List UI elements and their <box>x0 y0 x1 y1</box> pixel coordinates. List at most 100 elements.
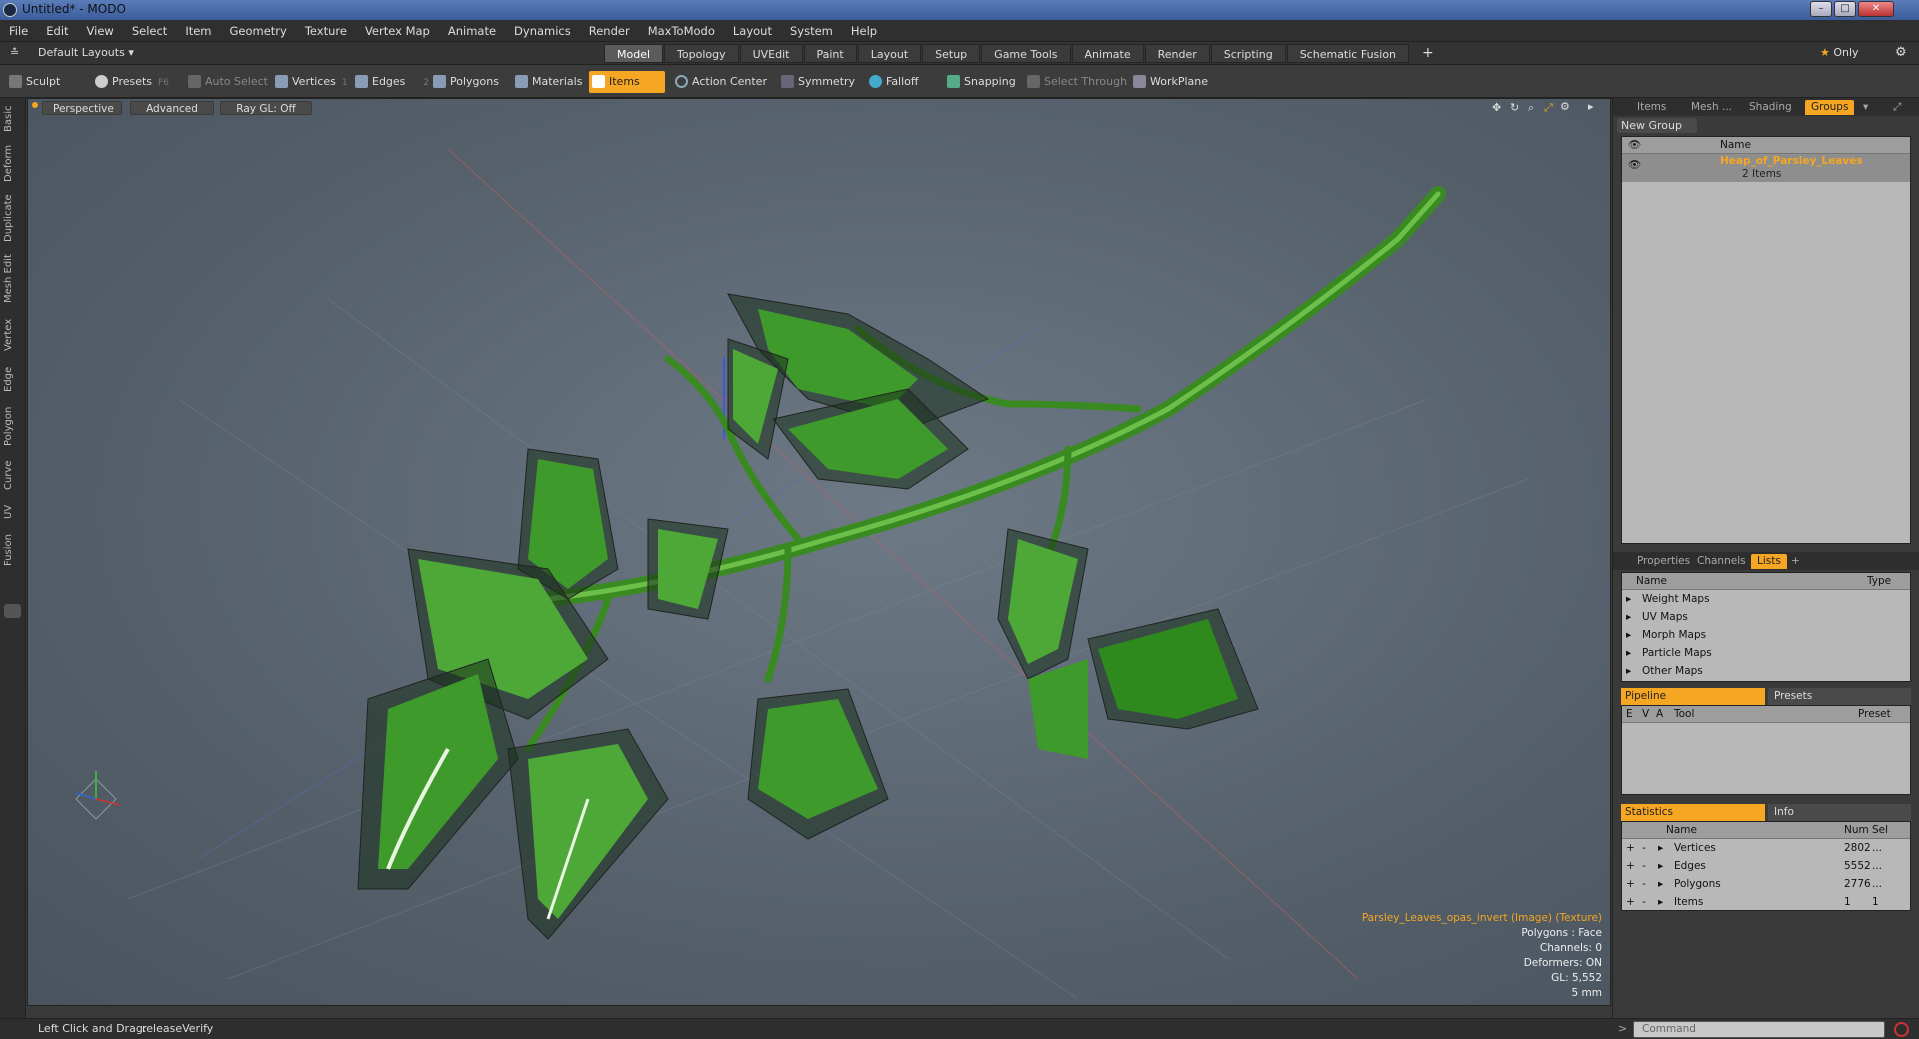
vtab-edge[interactable]: Edge <box>3 364 23 394</box>
remove-selection-icon[interactable]: - <box>1642 875 1646 893</box>
group-row[interactable]: 👁 Heap_of_Parsley_Leaves 2 Items <box>1622 154 1910 182</box>
list-item-uv-maps[interactable]: ▸ UV Maps <box>1622 608 1910 626</box>
menu-texture[interactable]: Texture <box>296 20 356 42</box>
add-selection-icon[interactable]: + <box>1626 857 1635 875</box>
default-layouts-dropdown[interactable]: Default Layouts ▾ <box>38 46 134 59</box>
vertices-button[interactable]: Vertices 1 <box>272 71 348 93</box>
remove-selection-icon[interactable]: - <box>1642 857 1646 875</box>
add-selection-icon[interactable]: + <box>1626 893 1635 911</box>
tab-layout[interactable]: Layout <box>857 44 922 63</box>
vtab-uv[interactable]: UV <box>3 502 23 522</box>
menu-vertex-map[interactable]: Vertex Map <box>356 20 439 42</box>
vtab-basic[interactable]: Basic <box>3 104 23 134</box>
tab-items[interactable]: Items <box>1637 100 1666 115</box>
tab-model[interactable]: Model <box>604 44 664 63</box>
expand-arrow-icon[interactable]: ▸ <box>1626 662 1631 680</box>
tab-topology[interactable]: Topology <box>664 44 739 63</box>
expand-arrow-icon[interactable]: ▸ <box>1626 590 1631 608</box>
expand-arrow-icon[interactable]: ▸ <box>1626 608 1631 626</box>
edges-button[interactable]: Edges 2 <box>352 71 429 93</box>
chevron-down-icon[interactable]: ▾ <box>1863 100 1868 115</box>
vtab-vertex[interactable]: Vertex <box>3 316 23 354</box>
gear-icon[interactable]: ⚙ <box>1895 45 1907 60</box>
sculpt-button[interactable]: Sculpt <box>6 71 60 93</box>
tab-presets[interactable]: Presets <box>1768 688 1911 705</box>
menu-view[interactable]: View <box>78 20 123 42</box>
items-button[interactable]: Items <box>589 71 665 93</box>
tab-uvedit[interactable]: UVEdit <box>739 44 803 63</box>
menu-item[interactable]: Item <box>176 20 220 42</box>
menu-file[interactable]: File <box>0 20 37 42</box>
tab-info[interactable]: Info <box>1768 804 1911 821</box>
collapse-tabs-button[interactable] <box>4 604 21 618</box>
tab-shading[interactable]: Shading <box>1749 100 1792 115</box>
menu-help[interactable]: Help <box>842 20 886 42</box>
tab-statistics[interactable]: Statistics <box>1621 804 1765 821</box>
maximize-button[interactable]: □ <box>1834 1 1856 17</box>
expand-arrow-icon[interactable]: ▸ <box>1658 875 1663 893</box>
tab-render[interactable]: Render <box>1144 44 1210 63</box>
table-row[interactable]: + - ▸ Edges 5552... <box>1622 857 1910 875</box>
vtab-deform[interactable]: Deform <box>3 144 23 182</box>
menu-render[interactable]: Render <box>580 20 639 42</box>
table-row[interactable]: + - ▸ Vertices 2802... <box>1622 839 1910 857</box>
new-group-button[interactable]: New Group <box>1617 118 1697 133</box>
tab-animate[interactable]: Animate <box>1071 44 1144 63</box>
remove-selection-icon[interactable]: - <box>1642 893 1646 911</box>
expand-arrow-icon[interactable]: ▸ <box>1626 626 1631 644</box>
add-selection-icon[interactable]: + <box>1626 839 1635 857</box>
menu-edit[interactable]: Edit <box>37 20 77 42</box>
tab-channels[interactable]: Channels <box>1697 554 1746 569</box>
list-item-weight-maps[interactable]: ▸ Weight Maps <box>1622 590 1910 608</box>
snapping-button[interactable]: Snapping <box>944 71 1016 93</box>
layout-menu-icon[interactable]: ≛ <box>10 46 19 59</box>
vtab-fusion[interactable]: Fusion <box>3 532 23 568</box>
select-through-button[interactable]: Select Through <box>1024 71 1127 93</box>
expand-arrow-icon[interactable]: ▸ <box>1658 857 1663 875</box>
tab-schematic-fusion[interactable]: Schematic Fusion <box>1286 44 1410 63</box>
tab-paint[interactable]: Paint <box>803 44 857 63</box>
list-item-particle-maps[interactable]: ▸ Particle Maps <box>1622 644 1910 662</box>
command-input[interactable]: Command <box>1633 1021 1885 1038</box>
table-row[interactable]: + - ▸ Items 1 1 <box>1622 893 1910 911</box>
remove-selection-icon[interactable]: - <box>1642 839 1646 857</box>
expand-arrow-icon[interactable]: ▸ <box>1658 893 1663 911</box>
menu-dynamics[interactable]: Dynamics <box>505 20 580 42</box>
3d-viewport[interactable]: Perspective Advanced Ray GL: Off ✥ ↻ ⌕ ⤢… <box>27 98 1611 1006</box>
presets-button[interactable]: Presets F6 <box>92 71 169 93</box>
menu-animate[interactable]: Animate <box>439 20 505 42</box>
tab-scripting[interactable]: Scripting <box>1210 44 1286 63</box>
vtab-mesh-edit[interactable]: Mesh Edit <box>3 254 23 304</box>
materials-button[interactable]: Materials <box>512 71 582 93</box>
tab-lists[interactable]: Lists <box>1751 554 1787 569</box>
tab-setup[interactable]: Setup <box>922 44 981 63</box>
add-tab-icon[interactable]: + <box>1410 44 1446 63</box>
vtab-duplicate[interactable]: Duplicate <box>3 194 23 242</box>
falloff-button[interactable]: Falloff <box>866 71 918 93</box>
visibility-toggle-icon[interactable]: 👁 <box>1628 156 1641 174</box>
vtab-polygon[interactable]: Polygon <box>3 404 23 448</box>
close-button[interactable]: ✕ <box>1858 1 1894 17</box>
action-center-button[interactable]: Action Center <box>672 71 767 93</box>
tab-mesh[interactable]: Mesh ... <box>1691 100 1732 115</box>
add-tab-icon[interactable]: + <box>1791 554 1800 569</box>
expand-panel-icon[interactable]: ⤢ <box>1893 100 1901 115</box>
list-item-other-maps[interactable]: ▸ Other Maps <box>1622 662 1910 680</box>
only-toggle[interactable]: ★ Only <box>1820 46 1859 59</box>
menu-system[interactable]: System <box>781 20 842 42</box>
auto-select-button[interactable]: Auto Select <box>185 71 268 93</box>
list-item-morph-maps[interactable]: ▸ Morph Maps <box>1622 626 1910 644</box>
minimize-button[interactable]: – <box>1810 1 1832 17</box>
tab-game-tools[interactable]: Game Tools <box>981 44 1071 63</box>
polygons-button[interactable]: Polygons <box>430 71 499 93</box>
expand-arrow-icon[interactable]: ▸ <box>1626 644 1631 662</box>
record-icon[interactable] <box>1894 1022 1909 1037</box>
menu-layout[interactable]: Layout <box>724 20 781 42</box>
tab-groups[interactable]: Groups <box>1805 100 1855 115</box>
vtab-curve[interactable]: Curve <box>3 458 23 492</box>
menu-geometry[interactable]: Geometry <box>221 20 296 42</box>
menu-select[interactable]: Select <box>123 20 176 42</box>
workplane-button[interactable]: WorkPlane <box>1130 71 1208 93</box>
add-selection-icon[interactable]: + <box>1626 875 1635 893</box>
symmetry-button[interactable]: Symmetry <box>778 71 855 93</box>
